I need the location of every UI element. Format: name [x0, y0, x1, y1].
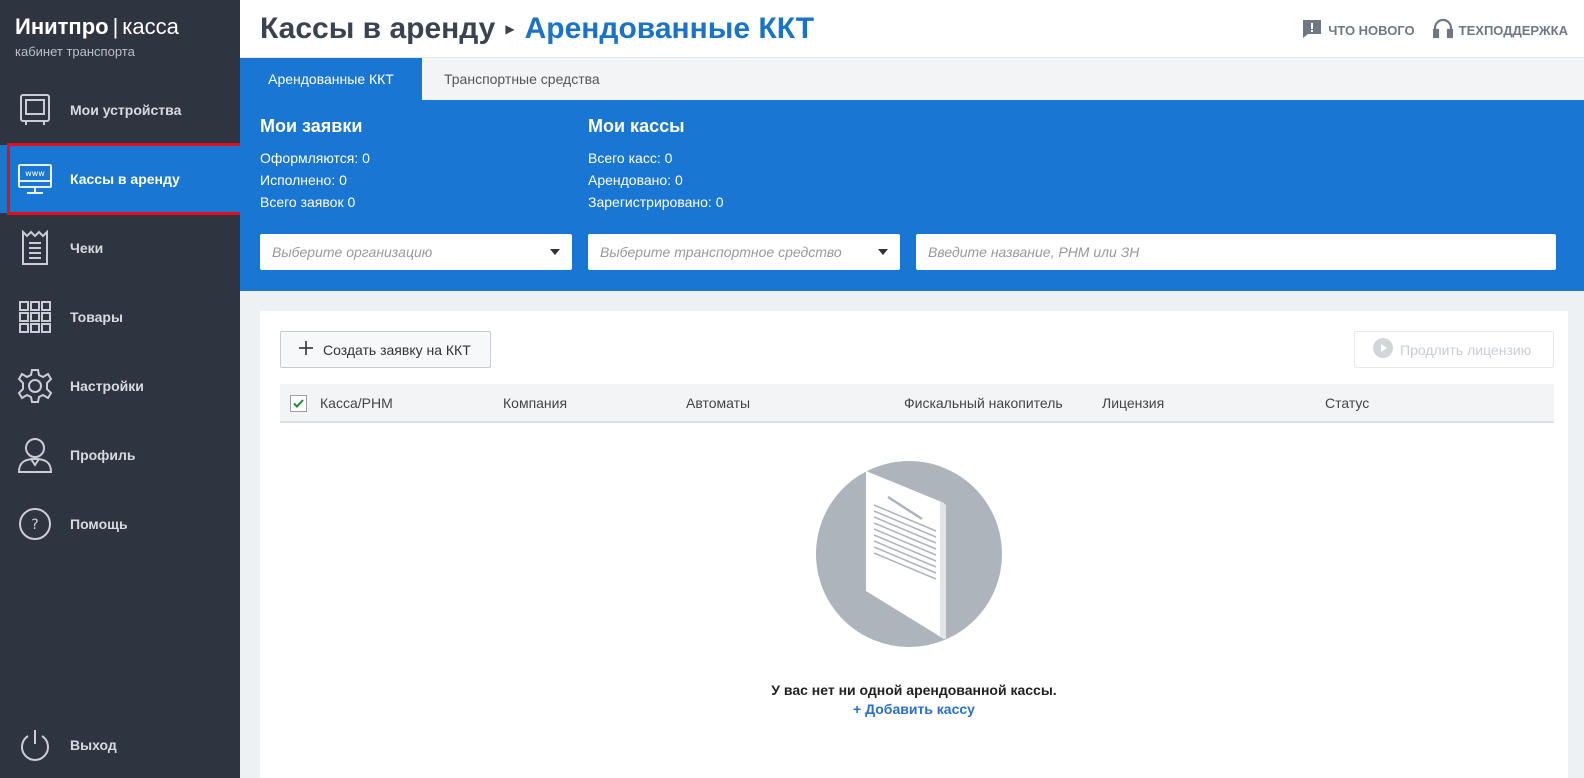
- requests-completed: Исполнено: 0: [260, 172, 347, 188]
- www-monitor-icon: www: [17, 161, 53, 197]
- sidebar-item-rent-kassas[interactable]: www Кассы в аренду: [0, 145, 240, 213]
- svg-text:?: ?: [31, 517, 38, 533]
- create-kkt-request-label: Создать заявку на ККТ: [323, 341, 471, 358]
- announcement-icon: [1302, 19, 1322, 42]
- tab-bar: Арендованные ККТ Транспортные средства: [240, 58, 1584, 100]
- kassas-title: Мои кассы: [588, 116, 685, 136]
- grid-icon: [17, 299, 53, 335]
- receipt-icon: [17, 230, 53, 266]
- whats-new-label: ЧТО НОВОГО: [1328, 23, 1415, 38]
- brand-title: Инитпро | касса: [15, 14, 179, 40]
- tab-vehicles[interactable]: Транспортные средства: [422, 58, 622, 100]
- device-icon: [17, 92, 53, 128]
- play-circle-icon: [1373, 338, 1393, 361]
- organization-select[interactable]: [260, 234, 572, 270]
- sidebar-item-devices[interactable]: Мои устройства: [0, 76, 240, 144]
- chevron-down-icon: [878, 249, 888, 255]
- sidebar-item-label: Товары: [70, 309, 123, 325]
- column-license[interactable]: Лицензия: [1102, 384, 1164, 422]
- column-automats[interactable]: Автоматы: [686, 384, 750, 422]
- requests-summary: Мои заявки Оформляются: 0 Исполнено: 0 В…: [260, 116, 370, 213]
- breadcrumb: Кассы в аренду ▶ Арендованные ККТ: [260, 12, 814, 46]
- kassas-total: Всего касс: 0: [588, 150, 673, 166]
- summary-panel: Мои заявки Оформляются: 0 Исполнено: 0 В…: [240, 100, 1584, 291]
- empty-state-message: У вас нет ни одной арендованной кассы.: [771, 682, 1057, 698]
- sidebar-item-logout[interactable]: Выход: [0, 711, 240, 778]
- brand-name: Инитпро: [15, 14, 109, 39]
- organization-select-input[interactable]: [272, 244, 550, 260]
- sidebar-item-label: Чеки: [70, 240, 104, 256]
- column-kassa-rnm[interactable]: Касса/РНМ: [320, 384, 393, 422]
- sidebar-item-label: Кассы в аренду: [70, 171, 180, 187]
- requests-in-progress: Оформляются: 0: [260, 150, 370, 166]
- sidebar-item-goods[interactable]: Товары: [0, 283, 240, 351]
- sidebar: Инитпро | касса кабинет транспорта Мои уст…: [0, 0, 240, 778]
- breadcrumb-current: Арендованные ККТ: [524, 12, 815, 45]
- brand-separator: |: [112, 14, 119, 39]
- requests-title: Мои заявки: [260, 116, 363, 136]
- support-link[interactable]: ТЕХПОДДЕРЖКА: [1432, 18, 1568, 43]
- svg-text:www: www: [25, 169, 45, 178]
- brand-product: касса: [122, 14, 179, 39]
- table-header: Касса/РНМ Компания Автоматы Фискальный н…: [280, 384, 1554, 423]
- column-status[interactable]: Статус: [1325, 384, 1369, 422]
- header-links: ЧТО НОВОГО ТЕХПОДДЕРЖКА: [1302, 18, 1568, 43]
- plus-icon: [299, 341, 313, 358]
- sidebar-item-label: Профиль: [70, 447, 136, 463]
- user-icon: [17, 437, 53, 473]
- gear-icon: [17, 368, 53, 404]
- sidebar-item-label: Помощь: [70, 516, 128, 532]
- sidebar-item-label: Настройки: [70, 378, 144, 394]
- brand-subtitle: кабинет транспорта: [15, 44, 135, 59]
- chevron-down-icon: [550, 249, 560, 255]
- add-kassa-link[interactable]: + Добавить кассу: [260, 701, 1568, 717]
- empty-document-illustration: [816, 461, 1002, 652]
- sidebar-item-help[interactable]: ? Помощь: [0, 490, 240, 558]
- requests-total: Всего заявок 0: [260, 194, 356, 210]
- renew-license-button[interactable]: Продлить лицензию: [1354, 331, 1554, 368]
- kassas-list-card: Создать заявку на ККТ Продлить лицензию …: [260, 311, 1568, 778]
- column-fiscal-storage[interactable]: Фискальный накопитель: [904, 384, 1063, 422]
- power-icon: [17, 727, 53, 763]
- support-label: ТЕХПОДДЕРЖКА: [1458, 23, 1568, 38]
- checkmark-icon: [293, 399, 304, 408]
- kassas-summary: Мои кассы Всего касс: 0 Арендовано: 0 За…: [588, 116, 723, 213]
- brand-logo[interactable]: Инитпро | касса кабинет транспорта: [15, 14, 179, 59]
- breadcrumb-parent[interactable]: Кассы в аренду: [260, 12, 495, 46]
- tab-rented-kkt[interactable]: Арендованные ККТ: [240, 58, 422, 100]
- help-icon: ?: [17, 506, 53, 542]
- headset-icon: [1432, 18, 1453, 43]
- search-field[interactable]: [916, 234, 1556, 270]
- top-header: Кассы в аренду ▶ Арендованные ККТ ЧТО НО…: [240, 0, 1584, 58]
- kassas-registered: Зарегистрировано: 0: [588, 194, 724, 210]
- renew-license-label: Продлить лицензию: [1400, 341, 1532, 358]
- sidebar-item-receipts[interactable]: Чеки: [0, 214, 240, 282]
- column-company[interactable]: Компания: [503, 384, 567, 422]
- vehicle-select-input[interactable]: [600, 244, 878, 260]
- create-kkt-request-button[interactable]: Создать заявку на ККТ: [280, 331, 491, 368]
- select-all-checkbox[interactable]: [290, 395, 307, 412]
- sidebar-item-label: Мои устройства: [70, 102, 182, 118]
- sidebar-item-settings[interactable]: Настройки: [0, 352, 240, 420]
- vehicle-select[interactable]: [588, 234, 900, 270]
- search-input[interactable]: [928, 244, 1544, 260]
- sidebar-item-profile[interactable]: Профиль: [0, 421, 240, 489]
- kassas-rented: Арендовано: 0: [588, 172, 683, 188]
- whats-new-link[interactable]: ЧТО НОВОГО: [1302, 19, 1415, 42]
- breadcrumb-arrow-icon: ▶: [505, 22, 515, 36]
- sidebar-item-label: Выход: [70, 737, 117, 753]
